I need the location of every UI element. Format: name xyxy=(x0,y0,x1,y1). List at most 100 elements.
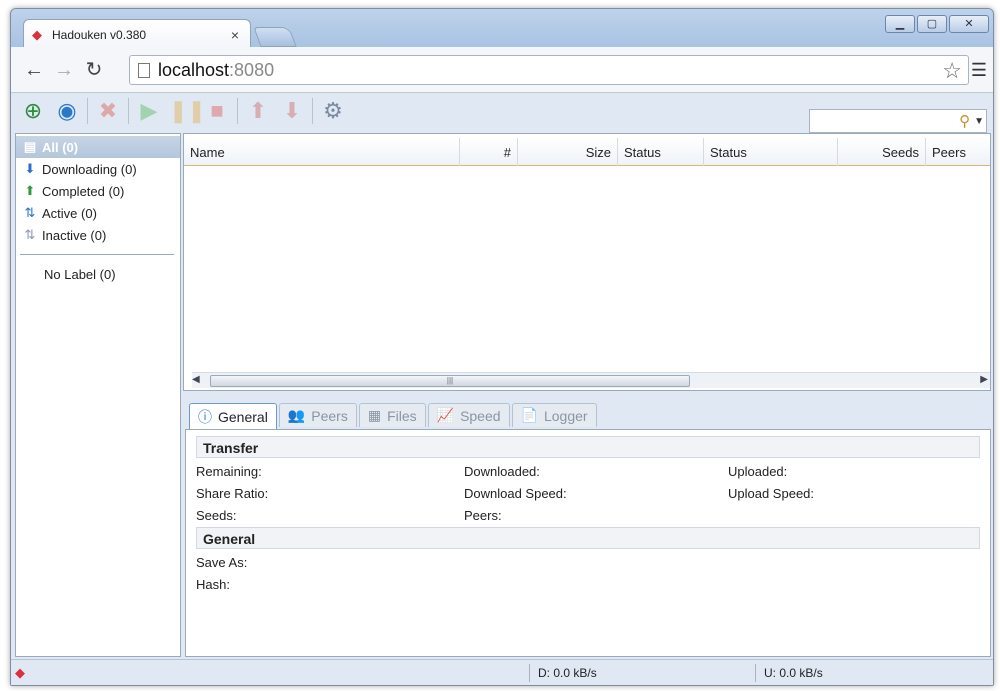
new-tab-button[interactable] xyxy=(253,27,297,47)
info-icon: ⓘ xyxy=(198,408,212,425)
field-remaining-label: Remaining: xyxy=(196,464,262,479)
sidebar-item-label: All (0) xyxy=(42,139,79,155)
search-input[interactable]: ⚲ ▼ xyxy=(809,109,987,133)
hadouken-favicon-icon: ◆ xyxy=(32,26,42,42)
logger-icon: 📄 xyxy=(520,407,538,423)
sidebar-item-all[interactable]: ▤ All (0) xyxy=(16,136,180,158)
field-download-speed-label: Download Speed: xyxy=(464,486,567,501)
address-bar: ← → ↻ localhost:8080 ☆ ☰ xyxy=(11,47,993,93)
toolbar: ⊕ ◉ ✖ ▶ ❚❚ ■ ⬆ ⬇ ⚙ ⚲ ▼ xyxy=(11,93,993,133)
back-arrow-icon[interactable]: ← xyxy=(19,56,49,84)
tab-label: Logger xyxy=(543,407,588,424)
sidebar-item-label: Downloading (0) xyxy=(42,161,137,177)
page-icon xyxy=(138,62,150,78)
stop-icon[interactable]: ■ xyxy=(203,97,231,125)
horizontal-scrollbar[interactable]: ◀ ||| ▶ xyxy=(192,372,990,388)
field-row: Save As: xyxy=(196,552,980,574)
field-save-as-label: Save As: xyxy=(196,555,248,570)
status-bar: ◆ D: 0.0 kB/s U: 0.0 kB/s xyxy=(11,659,993,685)
start-icon[interactable]: ▶ xyxy=(135,97,163,125)
url-host: localhost xyxy=(158,59,230,80)
scrollbar-thumb[interactable]: ||| xyxy=(210,375,690,387)
download-speed-status: D: 0.0 kB/s xyxy=(529,664,755,682)
inactive-arrows-icon: ⇅ xyxy=(24,227,36,242)
field-row: Seeds: Peers: xyxy=(196,505,980,527)
bookmark-star-icon[interactable]: ☆ xyxy=(942,58,962,84)
close-window-button[interactable]: ✕ xyxy=(949,15,989,33)
field-share-ratio-label: Share Ratio: xyxy=(196,486,269,501)
move-up-icon[interactable]: ⬆ xyxy=(244,97,272,125)
browser-window: ◆ Hadouken v0.380 × ▁ ▢ ✕ ← → ↻ localhos… xyxy=(10,8,994,686)
sidebar-item-inactive[interactable]: ⇅ Inactive (0) xyxy=(16,224,180,246)
upload-speed-status: U: 0.0 kB/s xyxy=(755,664,981,682)
field-seeds-label: Seeds: xyxy=(196,508,237,523)
tab-label: Files xyxy=(387,407,417,424)
column-size[interactable]: Size xyxy=(518,138,618,166)
toolbar-separator xyxy=(87,98,88,124)
tab-general[interactable]: ⓘ General xyxy=(189,403,277,429)
sidebar-item-label: No Label (0) xyxy=(44,266,116,282)
hadouken-app: ⊕ ◉ ✖ ▶ ❚❚ ■ ⬆ ⬇ ⚙ ⚲ ▼ ▤ All (0) ⬇ Downl… xyxy=(11,93,993,685)
details-tabs: ⓘ General 👥 Peers ▦ Files 📈 Speed 📄 Logg… xyxy=(189,403,599,429)
general-tab-content: Transfer Remaining: Downloaded: Uploaded… xyxy=(185,429,991,657)
column-peers[interactable]: Peers xyxy=(926,138,990,166)
settings-icon[interactable]: ⚙ xyxy=(319,97,347,125)
scroll-right-icon[interactable]: ▶ xyxy=(980,374,988,385)
column-status-2[interactable]: Status xyxy=(704,138,838,166)
sidebar-item-label: Inactive (0) xyxy=(42,227,107,243)
field-uploaded-label: Uploaded: xyxy=(728,464,788,479)
toolbar-separator xyxy=(128,98,129,124)
window-controls: ▁ ▢ ✕ xyxy=(883,15,989,33)
field-row: Hash: xyxy=(196,574,980,596)
reload-icon[interactable]: ↻ xyxy=(79,56,109,84)
chrome-menu-icon[interactable]: ☰ xyxy=(971,60,987,81)
all-icon: ▤ xyxy=(23,139,37,154)
tab-speed[interactable]: 📈 Speed xyxy=(427,403,510,427)
tab-peers[interactable]: 👥 Peers xyxy=(278,403,357,427)
field-row: Share Ratio: Download Speed: Upload Spee… xyxy=(196,483,980,505)
tab-label: General xyxy=(218,408,268,425)
sidebar-item-label: Active (0) xyxy=(42,205,97,221)
tab-files[interactable]: ▦ Files xyxy=(358,403,426,427)
url-input[interactable]: localhost:8080 ☆ xyxy=(129,55,969,85)
tab-strip: ◆ Hadouken v0.380 × ▁ ▢ ✕ xyxy=(11,9,993,49)
column-status[interactable]: Status xyxy=(618,138,704,166)
sidebar-item-completed[interactable]: ⬆ Completed (0) xyxy=(16,180,180,202)
column-number[interactable]: # xyxy=(460,138,518,166)
column-name[interactable]: Name xyxy=(184,138,460,166)
search-icon[interactable]: ⚲ xyxy=(959,112,970,130)
add-url-icon[interactable]: ◉ xyxy=(53,97,81,125)
download-arrow-icon: ⬇ xyxy=(24,161,36,176)
move-down-icon[interactable]: ⬇ xyxy=(278,97,306,125)
torrent-grid: Name # Size Status Status Seeds Peers ◀ … xyxy=(183,133,991,391)
details-panel: ⓘ General 👥 Peers ▦ Files 📈 Speed 📄 Logg… xyxy=(183,397,991,657)
scroll-left-icon[interactable]: ◀ xyxy=(192,374,200,385)
section-title-general: General xyxy=(196,527,980,549)
url-port: :8080 xyxy=(229,59,275,80)
forward-arrow-icon[interactable]: → xyxy=(49,56,79,84)
add-torrent-icon[interactable]: ⊕ xyxy=(19,97,47,125)
column-seeds[interactable]: Seeds xyxy=(838,138,926,166)
maximize-button[interactable]: ▢ xyxy=(917,15,947,33)
tab-close-icon[interactable]: × xyxy=(228,27,242,43)
sidebar-item-downloading[interactable]: ⬇ Downloading (0) xyxy=(16,158,180,180)
pause-icon[interactable]: ❚❚ xyxy=(169,97,206,125)
tab-title: Hadouken v0.380 xyxy=(52,27,147,42)
tab-logger[interactable]: 📄 Logger xyxy=(511,403,597,427)
grid-header: Name # Size Status Status Seeds Peers xyxy=(184,138,990,166)
peers-icon: 👥 xyxy=(287,407,306,423)
files-icon: ▦ xyxy=(367,407,382,423)
field-hash-label: Hash: xyxy=(196,577,230,592)
minimize-button[interactable]: ▁ xyxy=(885,15,915,33)
sidebar-item-label: Completed (0) xyxy=(42,183,125,199)
remove-icon[interactable]: ✖ xyxy=(94,97,122,125)
tab-label: Speed xyxy=(460,407,501,424)
browser-tab-hadouken[interactable]: ◆ Hadouken v0.380 × xyxy=(23,19,251,49)
sidebar-item-active[interactable]: ⇅ Active (0) xyxy=(16,202,180,224)
toolbar-separator xyxy=(237,98,238,124)
field-peers-label: Peers: xyxy=(464,508,502,523)
sidebar-item-no-label[interactable]: No Label (0) xyxy=(16,263,180,285)
field-row: Remaining: Downloaded: Uploaded: xyxy=(196,461,980,483)
chevron-down-icon[interactable]: ▼ xyxy=(974,116,984,127)
section-title-transfer: Transfer xyxy=(196,436,980,458)
